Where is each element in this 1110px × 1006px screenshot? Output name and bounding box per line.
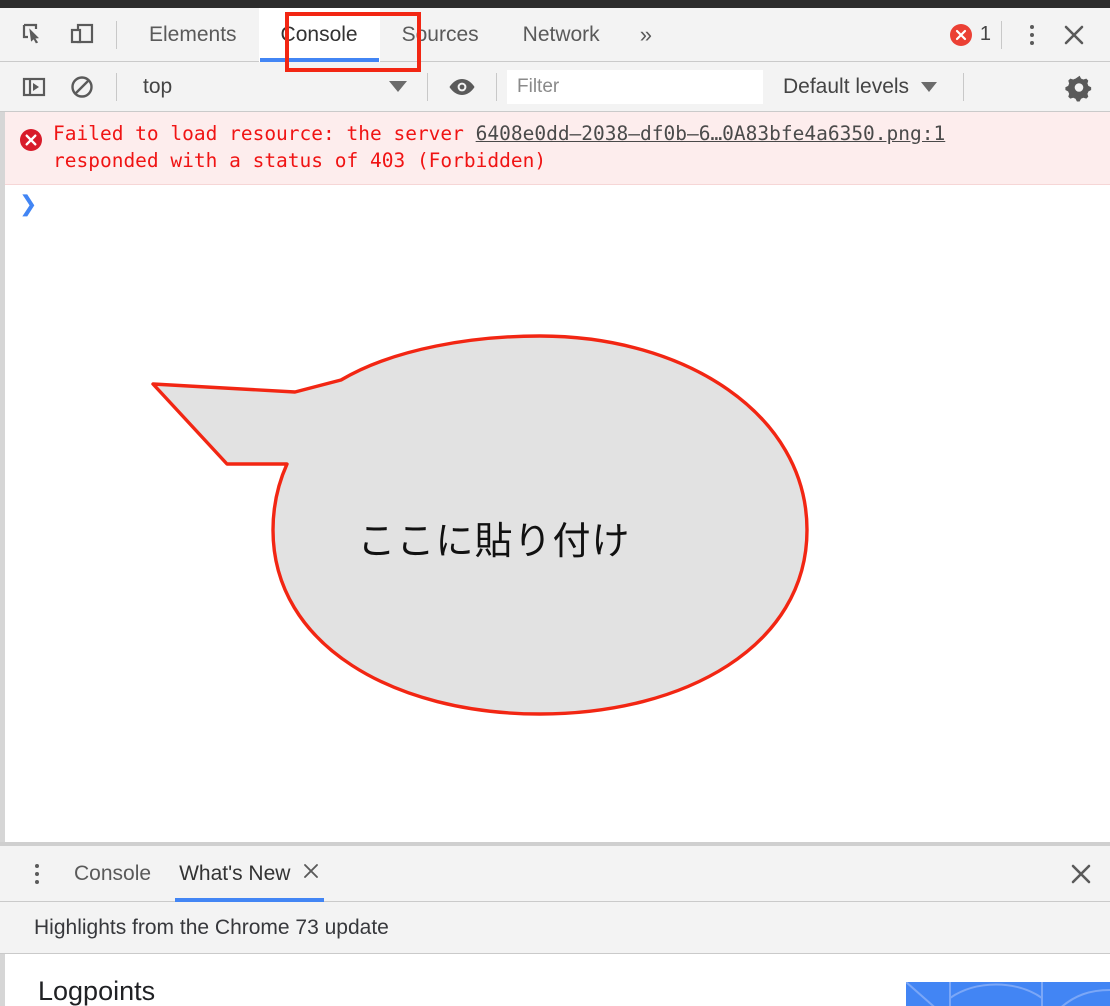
error-resource-url[interactable]: 6408e0dd–2038–df0b–6…0A83bfe4a6350.png:1 — [476, 122, 946, 145]
console-message-list: Failed to load resource: the server 6408… — [0, 112, 1110, 842]
console-toolbar-divider-3 — [496, 72, 497, 101]
whats-new-content: Logpoints — [0, 954, 1110, 1006]
kebab-dot — [1030, 40, 1034, 45]
toolbar-divider-right — [1001, 20, 1002, 49]
chevron-down-icon — [921, 81, 938, 92]
device-toolbar-icon[interactable] — [58, 9, 106, 61]
toolbar-right-group: 1 — [949, 15, 1110, 55]
drawer-tab-whats-new-label: What's New — [179, 861, 291, 885]
whats-new-heading: Logpoints — [38, 976, 156, 1006]
console-error-text: Failed to load resource: the server 6408… — [53, 120, 1098, 174]
more-options-icon[interactable] — [1012, 15, 1052, 55]
chevron-down-icon — [389, 81, 407, 92]
whats-new-subtitle: Highlights from the Chrome 73 update — [0, 902, 1110, 954]
gear-icon[interactable] — [1064, 72, 1094, 102]
console-toolbar-divider-2 — [427, 72, 428, 101]
console-sidebar-toggle-icon[interactable] — [10, 61, 58, 113]
devtools-window: Elements Console Sources Network » 1 top… — [0, 0, 1110, 1006]
console-prompt-row[interactable]: ❯ — [5, 185, 1110, 225]
tab-sources-label: Sources — [401, 22, 479, 46]
execution-context-value: top — [143, 74, 173, 98]
drawer-tab-whats-new[interactable]: What's New — [165, 846, 334, 902]
live-expression-eye-icon[interactable] — [438, 61, 486, 113]
tab-console-label: Console — [280, 22, 358, 46]
more-tabs-label: » — [639, 21, 652, 47]
kebab-dot — [1030, 24, 1034, 29]
tab-elements-label: Elements — [149, 22, 237, 46]
console-toolbar: top Default levels — [0, 62, 1110, 112]
speech-bubble-text: ここに貼り付け — [357, 518, 631, 563]
filter-input[interactable] — [507, 69, 763, 104]
error-circle-icon — [19, 128, 43, 152]
whats-new-subtitle-label: Highlights from the Chrome 73 update — [34, 915, 389, 939]
tab-sources[interactable]: Sources — [380, 8, 501, 62]
devtools-main-toolbar: Elements Console Sources Network » 1 — [0, 7, 1110, 72]
console-toolbar-divider — [116, 72, 117, 101]
error-message-prefix: Failed to load resource: the server — [53, 122, 476, 145]
whats-new-banner-image — [906, 982, 1110, 1006]
speech-bubble-annotation: ここに貼り付け — [145, 334, 825, 724]
console-toolbar-divider-4 — [963, 72, 965, 101]
error-message-suffix: responded with a status of 403 (Forbidde… — [53, 149, 547, 172]
tab-network[interactable]: Network — [501, 8, 622, 62]
execution-context-selector[interactable]: top — [127, 70, 417, 104]
error-count-label: 1 — [979, 23, 991, 45]
close-icon[interactable] — [302, 862, 320, 886]
devtools-drawer: Console What's New Highlights from the C… — [0, 842, 1110, 1006]
clear-console-icon[interactable] — [58, 61, 106, 113]
console-prompt-chevron-icon: ❯ — [19, 192, 38, 217]
error-circle-icon — [949, 23, 972, 46]
kebab-dot — [35, 863, 39, 868]
inspect-element-icon[interactable] — [10, 9, 58, 61]
tab-elements[interactable]: Elements — [127, 8, 259, 62]
kebab-dot — [35, 871, 39, 876]
more-options-icon[interactable] — [14, 851, 60, 897]
toolbar-divider — [116, 20, 117, 49]
drawer-tab-console[interactable]: Console — [60, 846, 165, 902]
error-count-badge[interactable]: 1 — [949, 23, 991, 46]
drawer-tab-console-label: Console — [74, 861, 152, 885]
kebab-dot — [1030, 32, 1034, 37]
console-error-message[interactable]: Failed to load resource: the server 6408… — [5, 112, 1110, 185]
more-tabs-button[interactable]: » — [622, 8, 670, 62]
tab-console[interactable]: Console — [258, 7, 380, 62]
drawer-close-icon[interactable] — [1068, 861, 1094, 887]
kebab-dot — [35, 879, 39, 884]
log-levels-label: Default levels — [783, 74, 910, 98]
panel-tabs: Elements Console Sources Network » — [127, 7, 670, 62]
close-icon[interactable] — [1052, 15, 1096, 55]
log-levels-selector[interactable]: Default levels — [783, 74, 938, 99]
drawer-tab-bar: Console What's New — [0, 846, 1110, 902]
tab-network-label: Network — [522, 22, 600, 46]
